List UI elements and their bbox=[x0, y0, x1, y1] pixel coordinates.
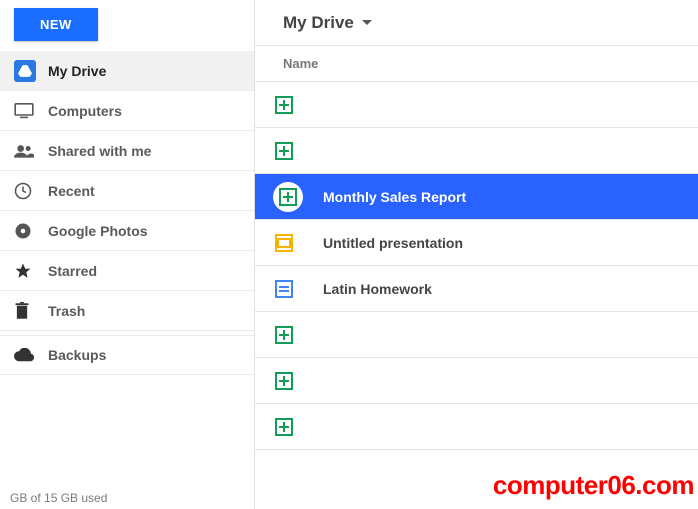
star-icon bbox=[14, 262, 48, 280]
sidebar-item-recent[interactable]: Recent bbox=[0, 171, 254, 211]
clock-icon bbox=[14, 182, 48, 200]
file-name: Monthly Sales Report bbox=[323, 189, 466, 205]
main-panel: My Drive Name Monthly Sales Report bbox=[255, 0, 698, 509]
cloud-icon bbox=[14, 348, 48, 362]
slides-icon bbox=[275, 234, 323, 252]
docs-icon bbox=[275, 280, 323, 298]
trash-icon bbox=[14, 302, 48, 320]
file-row[interactable]: Untitled presentation bbox=[255, 220, 698, 266]
file-name: Untitled presentation bbox=[323, 235, 463, 251]
file-row[interactable] bbox=[255, 312, 698, 358]
computer-icon bbox=[14, 103, 48, 119]
file-list: Monthly Sales Report Untitled presentati… bbox=[255, 82, 698, 509]
sheets-icon bbox=[275, 372, 323, 390]
sidebar-item-shared[interactable]: Shared with me bbox=[0, 131, 254, 171]
column-header-label: Name bbox=[283, 56, 318, 71]
sidebar-item-label: Backups bbox=[48, 347, 106, 363]
sidebar-item-label: Shared with me bbox=[48, 143, 151, 159]
sidebar: NEW My Drive bbox=[0, 0, 255, 509]
sidebar-item-label: Starred bbox=[48, 263, 97, 279]
sheets-icon bbox=[275, 182, 323, 212]
file-row-selected[interactable]: Monthly Sales Report bbox=[255, 174, 698, 220]
breadcrumb[interactable]: My Drive bbox=[255, 0, 698, 46]
sidebar-item-starred[interactable]: Starred bbox=[0, 251, 254, 291]
sheets-icon bbox=[275, 96, 323, 114]
sheets-icon bbox=[275, 142, 323, 160]
caret-down-icon bbox=[362, 20, 372, 25]
people-icon bbox=[14, 144, 48, 158]
file-row[interactable]: Latin Homework bbox=[255, 266, 698, 312]
pinwheel-icon bbox=[14, 222, 48, 240]
file-row[interactable] bbox=[255, 128, 698, 174]
sidebar-nav: My Drive Computers bbox=[0, 51, 254, 375]
breadcrumb-label: My Drive bbox=[283, 13, 354, 33]
sidebar-item-label: Trash bbox=[48, 303, 85, 319]
sidebar-item-label: Recent bbox=[48, 183, 95, 199]
file-row[interactable] bbox=[255, 404, 698, 450]
sidebar-item-photos[interactable]: Google Photos bbox=[0, 211, 254, 251]
file-row[interactable] bbox=[255, 358, 698, 404]
sidebar-item-trash[interactable]: Trash bbox=[0, 291, 254, 331]
column-header-name[interactable]: Name bbox=[255, 46, 698, 82]
sidebar-item-label: Google Photos bbox=[48, 223, 148, 239]
new-button[interactable]: NEW bbox=[14, 8, 98, 41]
sidebar-item-my-drive[interactable]: My Drive bbox=[0, 51, 254, 91]
new-button-container: NEW bbox=[0, 0, 254, 51]
sidebar-item-label: Computers bbox=[48, 103, 122, 119]
file-row[interactable] bbox=[255, 82, 698, 128]
sheets-icon bbox=[275, 418, 323, 436]
file-name: Latin Homework bbox=[323, 281, 432, 297]
drive-icon bbox=[14, 60, 48, 82]
sheets-icon bbox=[275, 326, 323, 344]
storage-text: GB of 15 GB used bbox=[0, 485, 254, 509]
sidebar-item-backups[interactable]: Backups bbox=[0, 335, 254, 375]
sidebar-item-computers[interactable]: Computers bbox=[0, 91, 254, 131]
sidebar-item-label: My Drive bbox=[48, 63, 106, 79]
